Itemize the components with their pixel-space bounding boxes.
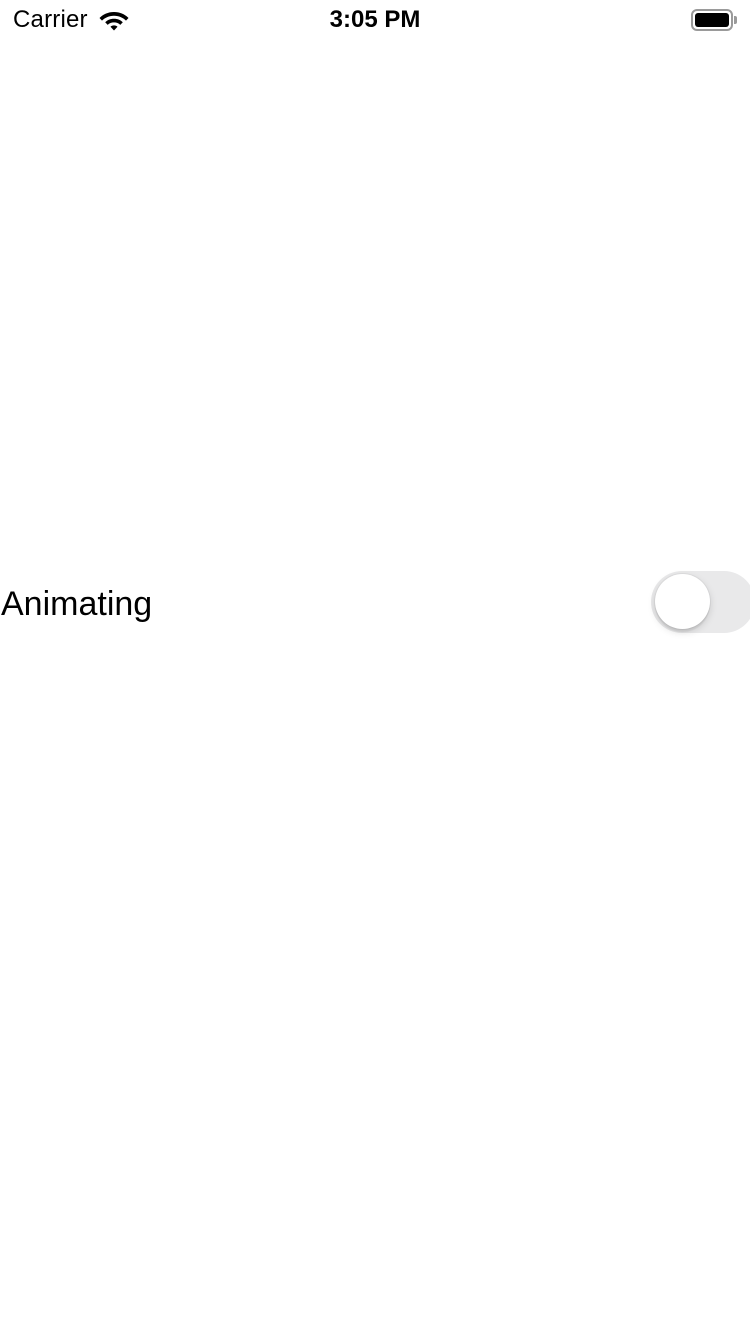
battery-cap <box>734 16 737 24</box>
app-screen: Carrier 3:05 PM Animating <box>0 0 750 1334</box>
animating-toggle[interactable] <box>651 571 750 633</box>
status-time: 3:05 PM <box>329 6 421 33</box>
battery-level-fill <box>695 13 729 27</box>
toggle-knob <box>655 574 710 629</box>
battery-full-icon <box>691 9 737 31</box>
animating-label: Animating <box>1 585 153 623</box>
status-bar: Carrier 3:05 PM <box>0 0 750 40</box>
